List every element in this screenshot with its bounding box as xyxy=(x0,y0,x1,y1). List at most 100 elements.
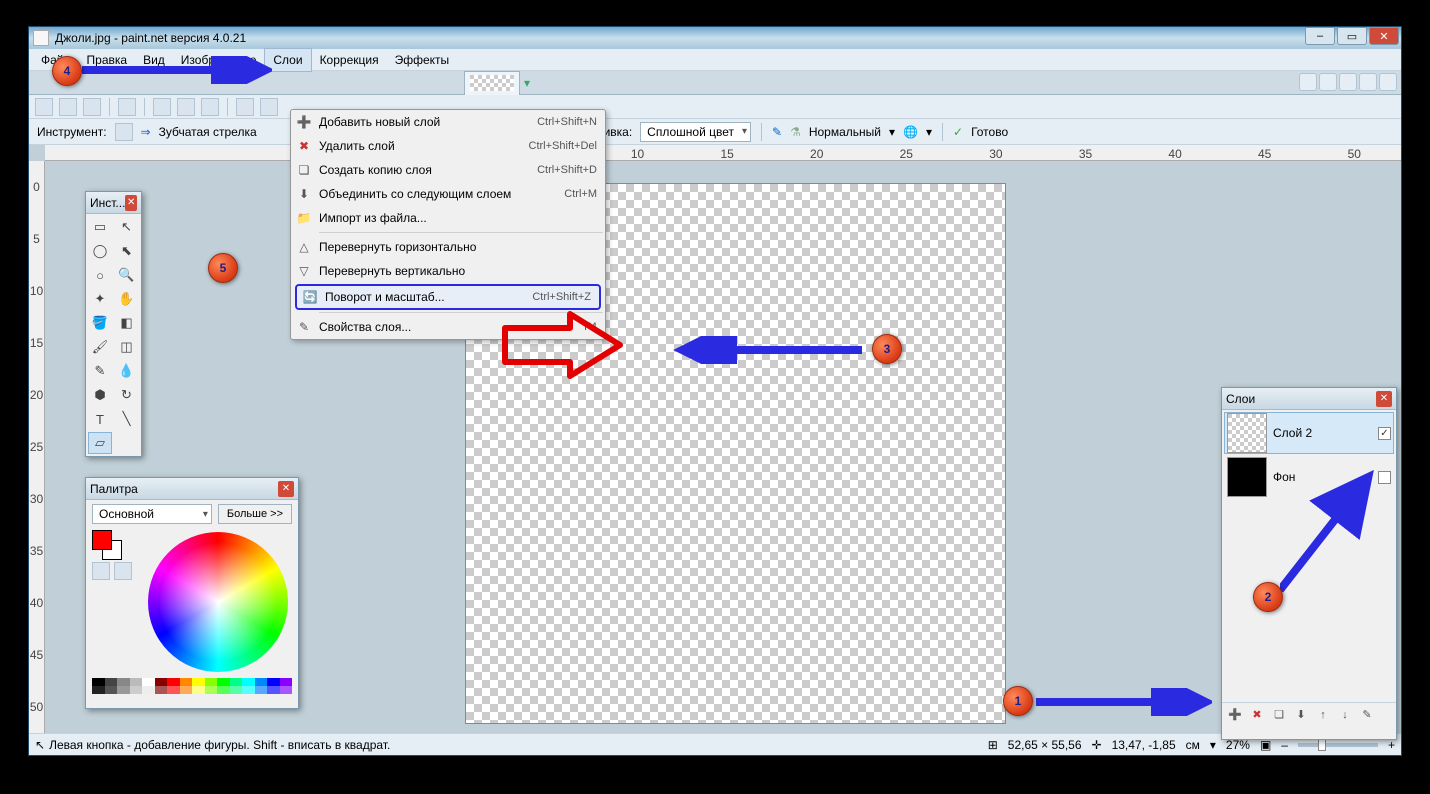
swatch[interactable] xyxy=(242,686,255,694)
swatch[interactable] xyxy=(105,678,118,686)
tool-move[interactable]: ↖ xyxy=(115,216,139,238)
print-icon[interactable] xyxy=(118,98,136,116)
tool-move-selection[interactable]: ⬉ xyxy=(115,240,139,262)
move-down-icon[interactable]: ↓ xyxy=(1336,706,1354,724)
swatch[interactable] xyxy=(117,686,130,694)
tool-gradient[interactable]: ◧ xyxy=(115,312,139,334)
undo-icon[interactable] xyxy=(236,98,254,116)
menu-merge-layer[interactable]: ⬇Объединить со следующим слоемCtrl+M xyxy=(291,182,605,206)
swatch[interactable] xyxy=(230,678,243,686)
menu-effects[interactable]: Эффекты xyxy=(387,49,458,71)
status-unit[interactable]: см xyxy=(1186,738,1200,752)
move-up-icon[interactable]: ↑ xyxy=(1314,706,1332,724)
paste-icon[interactable] xyxy=(201,98,219,116)
minimize-button[interactable]: – xyxy=(1305,27,1335,45)
settings-icon[interactable] xyxy=(1379,73,1397,91)
duplicate-layer-icon[interactable]: ❏ xyxy=(1270,706,1288,724)
swatch[interactable] xyxy=(117,678,130,686)
manage-color-icon[interactable] xyxy=(114,562,132,580)
save-icon[interactable] xyxy=(83,98,101,116)
tool-recolor[interactable]: ↻ xyxy=(115,384,139,406)
tool-wand[interactable]: ✦ xyxy=(88,288,112,310)
swatch[interactable] xyxy=(280,686,293,694)
tool-ellipse-select[interactable]: ○ xyxy=(88,264,112,286)
swatch[interactable] xyxy=(92,686,105,694)
swatch[interactable] xyxy=(217,686,230,694)
colors-icon[interactable] xyxy=(1359,73,1377,91)
swatch[interactable] xyxy=(130,678,143,686)
zoom-slider[interactable] xyxy=(1298,743,1378,747)
menu-flip-vertical[interactable]: ▽Перевернуть вертикально xyxy=(291,259,605,283)
layer-props-icon[interactable]: ✎ xyxy=(1358,706,1376,724)
menu-adjust[interactable]: Коррекция xyxy=(312,49,387,71)
swatch[interactable] xyxy=(142,678,155,686)
delete-layer-icon[interactable]: ✖ xyxy=(1248,706,1266,724)
swatch[interactable] xyxy=(205,686,218,694)
tool-picker[interactable]: 💧 xyxy=(115,360,139,382)
tool-zoom[interactable]: 🔍 xyxy=(115,264,139,286)
menu-add-layer[interactable]: ➕Добавить новый слойCtrl+Shift+N xyxy=(291,110,605,134)
close-button[interactable]: ✕ xyxy=(1369,27,1399,45)
layers-icon[interactable] xyxy=(1339,73,1357,91)
menu-duplicate-layer[interactable]: ❏Создать копию слояCtrl+Shift+D xyxy=(291,158,605,182)
swatch[interactable] xyxy=(167,678,180,686)
color-swatches[interactable] xyxy=(86,676,298,696)
menu-import-file[interactable]: 📁Импорт из файла... xyxy=(291,206,605,230)
swatch[interactable] xyxy=(255,686,268,694)
swatch[interactable] xyxy=(205,678,218,686)
close-tools-icon[interactable]: ✕ xyxy=(125,195,137,211)
tool-pencil[interactable]: ✎ xyxy=(88,360,112,382)
add-color-icon[interactable] xyxy=(92,562,110,580)
merge-layer-icon[interactable]: ⬇ xyxy=(1292,706,1310,724)
swatch[interactable] xyxy=(255,678,268,686)
tool-shapes[interactable]: ▱ xyxy=(88,432,112,454)
open-icon[interactable] xyxy=(59,98,77,116)
menu-flip-horizontal[interactable]: △Перевернуть горизонтально xyxy=(291,235,605,259)
swatch[interactable] xyxy=(105,686,118,694)
blend-mode[interactable]: Нормальный xyxy=(809,125,881,139)
document-tab[interactable] xyxy=(464,71,520,95)
close-layers-icon[interactable]: ✕ xyxy=(1376,391,1392,407)
swatch[interactable] xyxy=(155,678,168,686)
cut-icon[interactable] xyxy=(153,98,171,116)
redo-icon[interactable] xyxy=(260,98,278,116)
fill-select[interactable]: Сплошной цвет xyxy=(640,122,751,142)
tool-text[interactable]: T xyxy=(88,408,112,430)
tool-clone[interactable]: ⬢ xyxy=(88,384,112,406)
layer-row[interactable]: Слой 2 xyxy=(1224,412,1394,454)
tool-lasso[interactable]: ◯ xyxy=(88,240,112,262)
new-icon[interactable] xyxy=(35,98,53,116)
swatch[interactable] xyxy=(230,686,243,694)
swatch[interactable] xyxy=(217,678,230,686)
menu-delete-layer[interactable]: ✖Удалить слойCtrl+Shift+Del xyxy=(291,134,605,158)
maximize-button[interactable]: ▭ xyxy=(1337,27,1367,45)
shape-picker-icon[interactable] xyxy=(115,123,133,141)
copy-icon[interactable] xyxy=(177,98,195,116)
swatch[interactable] xyxy=(130,686,143,694)
search-icon[interactable] xyxy=(1299,73,1317,91)
close-palette-icon[interactable]: ✕ xyxy=(278,481,294,497)
finish-button[interactable]: Готово xyxy=(971,125,1008,139)
color-wheel[interactable] xyxy=(148,532,288,672)
tool-rect-select[interactable]: ▭ xyxy=(88,216,112,238)
add-layer-icon[interactable]: ➕ xyxy=(1226,706,1244,724)
swatch[interactable] xyxy=(192,686,205,694)
history-icon[interactable] xyxy=(1319,73,1337,91)
dropdown-icon[interactable]: ▾ xyxy=(524,76,530,90)
swatch[interactable] xyxy=(167,686,180,694)
tool-fill[interactable]: 🪣 xyxy=(88,312,112,334)
layer-visibility-checkbox[interactable] xyxy=(1378,427,1391,440)
swatch[interactable] xyxy=(267,686,280,694)
more-button[interactable]: Больше >> xyxy=(218,504,292,524)
swatch[interactable] xyxy=(180,678,193,686)
swatch[interactable] xyxy=(192,678,205,686)
menu-rotate-zoom[interactable]: 🔄Поворот и масштаб...Ctrl+Shift+Z xyxy=(295,284,601,310)
color-mode-select[interactable]: Основной xyxy=(92,504,212,524)
swatch[interactable] xyxy=(180,686,193,694)
swatch[interactable] xyxy=(142,686,155,694)
swatch[interactable] xyxy=(242,678,255,686)
tool-pan[interactable]: ✋ xyxy=(115,288,139,310)
swatch[interactable] xyxy=(155,686,168,694)
swatch[interactable] xyxy=(267,678,280,686)
swatch[interactable] xyxy=(280,678,293,686)
